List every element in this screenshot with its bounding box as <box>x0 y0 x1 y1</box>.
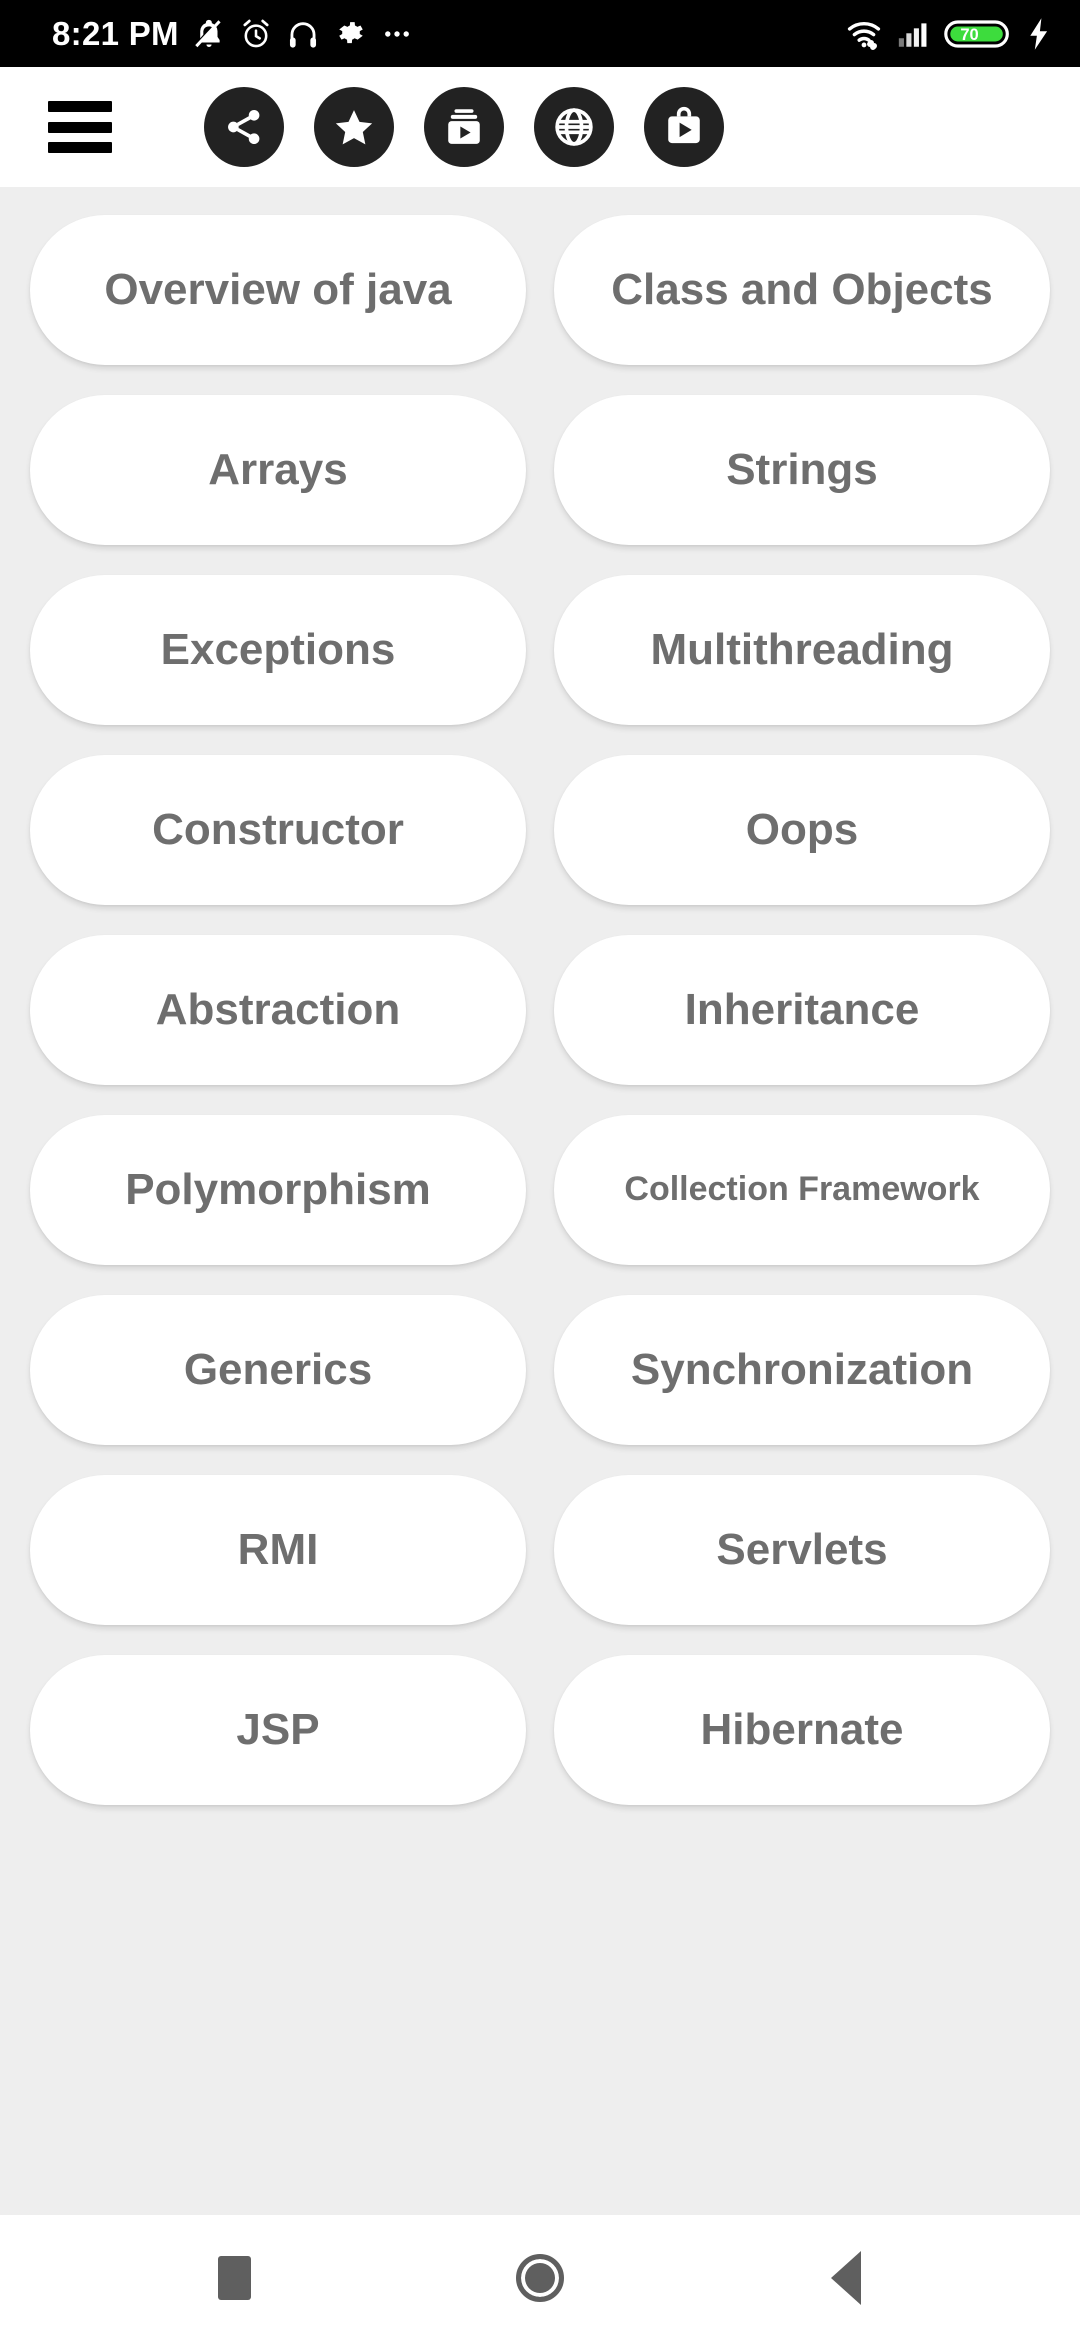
share-icon <box>228 109 260 145</box>
video-library-icon <box>448 109 480 144</box>
wifi-icon <box>847 21 881 50</box>
hamburger-bar <box>48 121 112 133</box>
topic-card[interactable]: JSP <box>30 1655 526 1805</box>
topic-card[interactable]: Exceptions <box>30 575 526 725</box>
topic-label: Synchronization <box>630 1344 974 1394</box>
menu-button[interactable] <box>48 101 112 153</box>
play-store-button[interactable] <box>644 87 724 167</box>
topic-card[interactable]: Collection Framework <box>554 1115 1050 1265</box>
gear-icon <box>339 21 363 43</box>
back-button[interactable] <box>796 2228 896 2328</box>
topic-label: Constructor <box>152 804 404 854</box>
home-button[interactable] <box>490 2228 590 2328</box>
battery-level-text: 70 <box>960 26 978 44</box>
topic-label: Inheritance <box>684 984 920 1034</box>
more-dots-icon <box>384 30 409 37</box>
topic-card[interactable]: Overview of java <box>30 215 526 365</box>
topic-label: JSP <box>236 1704 320 1754</box>
topic-card[interactable]: Servlets <box>554 1475 1050 1625</box>
topic-card[interactable]: Inheritance <box>554 935 1050 1085</box>
topic-card[interactable]: Abstraction <box>30 935 526 1085</box>
website-button[interactable] <box>534 87 614 167</box>
topic-label: Multithreading <box>650 624 954 674</box>
bell-off-icon <box>195 19 221 47</box>
share-button[interactable] <box>204 87 284 167</box>
topics-grid: Overview of java Class and Objects Array… <box>30 215 1050 1805</box>
triangle-left-icon <box>831 2250 861 2305</box>
topic-card[interactable]: Class and Objects <box>554 215 1050 365</box>
circle-icon <box>516 2253 564 2302</box>
topic-card[interactable]: Arrays <box>30 395 526 545</box>
hamburger-bar <box>48 101 112 112</box>
play-store-bag-icon <box>668 106 700 144</box>
hamburger-bar <box>48 142 112 153</box>
alarm-icon <box>243 19 269 47</box>
toolbar-actions <box>204 87 724 167</box>
topic-label: Oops <box>745 804 859 854</box>
topic-card[interactable]: Polymorphism <box>30 1115 526 1265</box>
status-bar-left: 8:21 PM <box>52 17 414 51</box>
topic-card[interactable]: Strings <box>554 395 1050 545</box>
topic-label: Arrays <box>208 444 348 494</box>
topic-label: Polymorphism <box>125 1164 431 1214</box>
headphones-icon <box>289 21 316 48</box>
topic-label: Overview of java <box>104 264 452 314</box>
recents-button[interactable] <box>184 2228 284 2328</box>
battery-icon: 70 <box>944 19 1009 48</box>
topic-card[interactable]: Oops <box>554 755 1050 905</box>
topic-card[interactable]: Generics <box>30 1295 526 1445</box>
topic-label: Hibernate <box>700 1704 904 1754</box>
status-bar-right: 70 <box>846 16 1054 52</box>
square-icon <box>217 2255 251 2300</box>
charging-bolt-icon <box>1030 17 1048 50</box>
status-bar-clock: 8:21 PM <box>52 15 179 52</box>
topic-label: RMI <box>237 1524 319 1574</box>
topic-card[interactable]: Constructor <box>30 755 526 905</box>
topic-label: Collection Framework <box>624 1170 980 1209</box>
topic-label: Class and Objects <box>611 264 993 314</box>
topic-label: Servlets <box>716 1524 888 1574</box>
topic-card[interactable]: RMI <box>30 1475 526 1625</box>
video-library-button[interactable] <box>424 87 504 167</box>
rate-button[interactable] <box>314 87 394 167</box>
signal-bars-icon <box>898 22 927 47</box>
topic-label: Strings <box>726 444 878 494</box>
topic-card[interactable]: Synchronization <box>554 1295 1050 1445</box>
topic-label: Exceptions <box>160 624 396 674</box>
topic-card[interactable]: Multithreading <box>554 575 1050 725</box>
topic-label: Generics <box>183 1344 373 1394</box>
star-icon <box>335 110 373 145</box>
topic-card[interactable]: Hibernate <box>554 1655 1050 1805</box>
topic-label: Abstraction <box>155 984 401 1034</box>
status-bar: 8:21 PM 70 <box>0 0 1080 67</box>
app-toolbar <box>0 67 1080 187</box>
globe-icon <box>555 108 593 146</box>
system-navigation-bar <box>0 2215 1080 2340</box>
topics-screen: Overview of java Class and Objects Array… <box>0 187 1080 2215</box>
